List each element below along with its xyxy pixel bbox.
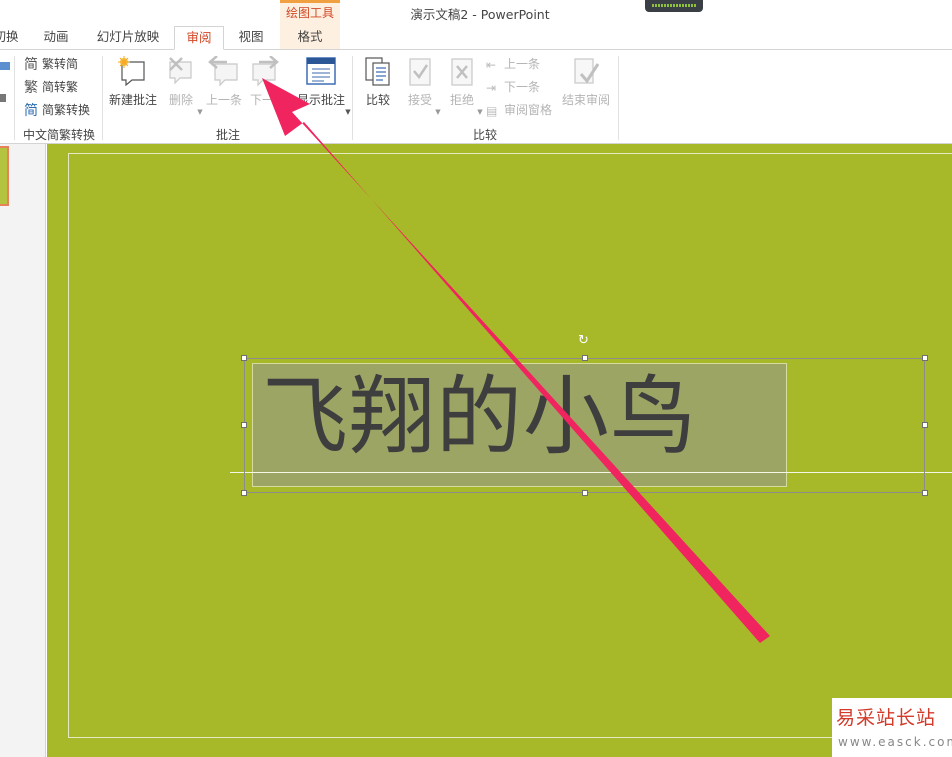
next-change-button[interactable]: ⇥ 下一条 <box>486 78 540 96</box>
previous-change-icon: ⇤ <box>486 57 497 72</box>
tab-animations[interactable]: 动画 <box>32 26 80 50</box>
next-change-icon: ⇥ <box>486 80 497 95</box>
ribbon-separator <box>352 56 353 140</box>
previous-comment-icon <box>208 56 238 87</box>
end-review-icon <box>574 58 600 84</box>
context-tab-group-label: 绘图工具 <box>285 6 334 20</box>
floating-gauge-widget <box>645 0 703 12</box>
resize-handle-bottom-left[interactable] <box>241 490 247 496</box>
watermark-title: 易采站长站 <box>836 707 937 729</box>
tab-slideshow[interactable]: 幻灯片放映 <box>88 26 168 50</box>
slide-thumbnail-pane[interactable] <box>0 144 46 757</box>
ribbon-separator <box>618 56 619 140</box>
simp-to-trad-button[interactable]: 繁简转繁 <box>24 78 78 96</box>
resize-handle-left[interactable] <box>241 422 247 428</box>
tab-format[interactable]: 格式 <box>282 26 338 50</box>
trad-to-simp-icon: 简 <box>24 56 38 73</box>
chinese-conversion-button[interactable]: 简简繁转换 <box>24 101 90 119</box>
cut-off-group-icons <box>0 58 14 118</box>
previous-comment-button[interactable]: 上一条 <box>202 56 246 116</box>
tab-transitions[interactable]: 切换 <box>0 26 20 50</box>
reviewing-pane-icon: ▤ <box>486 103 498 118</box>
tab-review[interactable]: 审阅 <box>174 26 224 50</box>
compare-button[interactable]: 比较 <box>360 56 396 116</box>
show-comments-icon <box>306 57 336 85</box>
ribbon-separator <box>102 56 103 140</box>
show-comments-button[interactable]: 显示批注 ▼ <box>294 56 351 116</box>
rotate-handle-icon[interactable]: ↻ <box>578 333 589 348</box>
reject-button[interactable]: 拒绝 ▼ <box>444 56 483 116</box>
resize-handle-bottom[interactable] <box>582 490 588 496</box>
group-label-chinese-conversion: 中文简繁转换 <box>22 128 95 142</box>
resize-handle-right[interactable] <box>922 422 928 428</box>
simp-to-trad-icon: 繁 <box>24 79 38 96</box>
tab-view[interactable]: 视图 <box>228 26 274 50</box>
resize-handle-top-left[interactable] <box>241 355 247 361</box>
delete-comment-button[interactable]: 删除 ▼ <box>162 56 203 116</box>
slide-thumbnail[interactable] <box>0 146 9 206</box>
group-label-comments: 批注 <box>215 128 240 142</box>
next-comment-icon <box>252 56 279 87</box>
new-comment-button[interactable]: 新建批注 <box>106 56 160 116</box>
reject-icon <box>451 58 473 86</box>
text-box-frame[interactable] <box>244 358 925 493</box>
reviewing-pane-button[interactable]: ▤ 审阅窗格 <box>486 101 552 119</box>
window-title: 演示文稿2 - PowerPoint <box>410 7 550 22</box>
new-comment-icon <box>118 56 145 87</box>
resize-handle-top[interactable] <box>582 355 588 361</box>
resize-handle-top-right[interactable] <box>922 355 928 361</box>
watermark-url: www.easck.com <box>838 735 952 749</box>
group-label-compare: 比较 <box>472 128 497 142</box>
end-review-button[interactable]: 结束审阅 <box>560 56 612 116</box>
accept-icon <box>409 58 431 86</box>
trad-to-simp-button[interactable]: 简繁转简 <box>24 55 78 73</box>
resize-handle-bottom-right[interactable] <box>922 490 928 496</box>
next-comment-button[interactable]: 下一条 <box>246 56 290 116</box>
accept-button[interactable]: 接受 ▼ <box>402 56 441 116</box>
chinese-conversion-icon: 简 <box>24 102 38 119</box>
ribbon-separator <box>14 56 15 140</box>
delete-comment-icon <box>169 57 192 85</box>
compare-icon <box>365 57 390 86</box>
previous-change-button[interactable]: ⇤ 上一条 <box>486 55 540 73</box>
